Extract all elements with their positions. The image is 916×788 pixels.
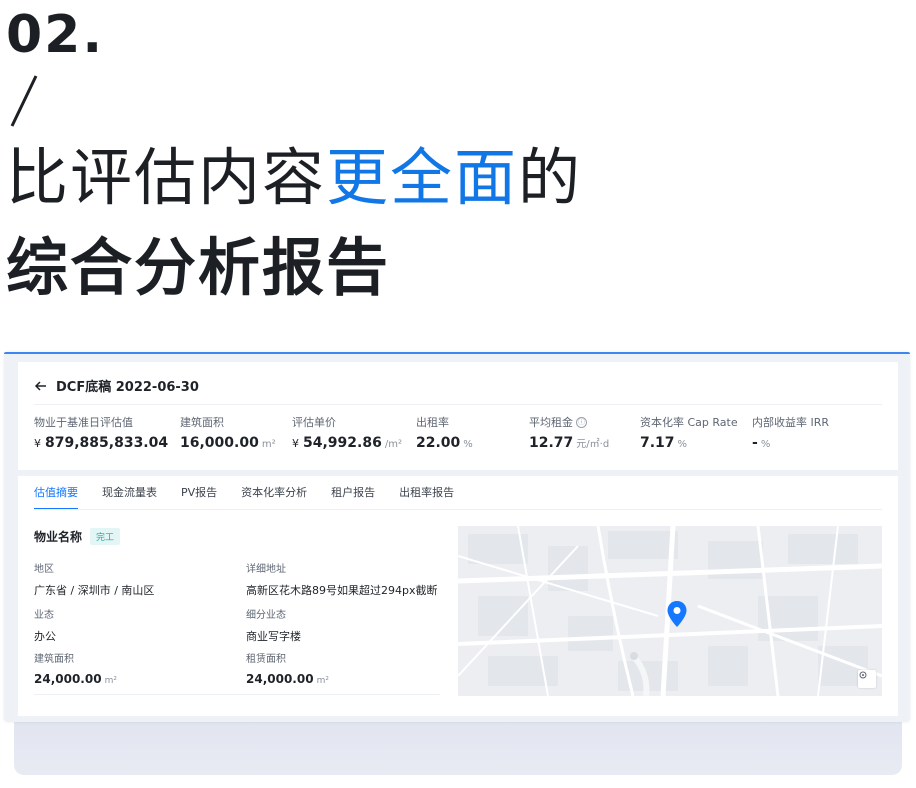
page-header: DCF底稿 2022-06-30 bbox=[34, 376, 199, 395]
status-badge: 完工 bbox=[90, 528, 121, 545]
divider bbox=[34, 404, 882, 405]
metric-label: 出租率 bbox=[416, 416, 449, 429]
metric-unit-price: 评估单价 ¥54,992.86/m² bbox=[292, 414, 402, 451]
field-label: 地区 bbox=[34, 564, 54, 575]
field-region: 地区 广东省 / 深圳市 / 南山区 bbox=[34, 560, 154, 598]
metric-label: 评估单价 bbox=[292, 416, 336, 429]
detail-card: 估值摘要 现金流量表 PV报告 资本化率分析 租户报告 出租率报告 物业名称 完… bbox=[18, 476, 898, 716]
metric-label: 资本化率 Cap Rate bbox=[640, 416, 738, 429]
locate-icon bbox=[859, 671, 867, 679]
metric-unit: 元/㎡·d bbox=[576, 439, 610, 450]
report-tabs: 估值摘要 现金流量表 PV报告 资本化率分析 租户报告 出租率报告 bbox=[34, 484, 478, 510]
currency-symbol: ¥ bbox=[34, 437, 41, 450]
field-label: 细分业态 bbox=[246, 610, 286, 621]
field-address: 详细地址 高新区花木路89号如果超过294px截断 bbox=[246, 560, 437, 598]
metric-unit: % bbox=[463, 439, 473, 450]
metric-unit: m² bbox=[261, 439, 276, 450]
metric-occupancy: 出租率 22.00% bbox=[416, 414, 473, 451]
metric-value: 879,885,833.04 bbox=[45, 435, 169, 451]
map-pin-icon[interactable] bbox=[666, 600, 688, 630]
metric-value: - bbox=[752, 435, 758, 451]
metric-unit: % bbox=[677, 439, 688, 450]
metric-unit: /m² bbox=[384, 439, 402, 450]
metric-value: 12.77 bbox=[529, 435, 574, 451]
arrow-left-icon[interactable] bbox=[34, 379, 48, 393]
property-header: 物业名称 完工 bbox=[34, 528, 121, 545]
field-label: 详细地址 bbox=[246, 564, 286, 575]
metric-value: 54,992.86 bbox=[303, 435, 382, 451]
tab-tenant-report[interactable]: 租户报告 bbox=[331, 484, 375, 510]
metric-label: 建筑面积 bbox=[180, 416, 224, 429]
field-gfa: 建筑面积 24,000.00 m² bbox=[34, 650, 117, 686]
info-icon[interactable]: ⓘ bbox=[576, 416, 587, 428]
metric-value: 22.00 bbox=[416, 435, 461, 451]
tabs-divider bbox=[34, 509, 882, 510]
field-property-type: 业态 办公 bbox=[34, 606, 56, 644]
metric-value: 16,000.00 bbox=[180, 435, 259, 451]
field-value: 商业写字楼 bbox=[246, 630, 301, 643]
field-value: 办公 bbox=[34, 630, 56, 643]
metric-label: 物业于基准日评估值 bbox=[34, 416, 133, 429]
metric-value: 7.17 bbox=[640, 435, 675, 451]
metric-avg-rent: 平均租金 ⓘ 12.77 元/㎡·d bbox=[529, 414, 609, 451]
location-map[interactable] bbox=[458, 526, 882, 696]
headline-prefix: 比评估内容 bbox=[6, 141, 327, 214]
field-value: 24,000.00 bbox=[34, 672, 102, 686]
property-title: 物业名称 bbox=[34, 530, 83, 544]
metric-label: 平均租金 bbox=[529, 416, 573, 429]
hero-headline: 比评估内容更全面的 bbox=[6, 140, 582, 216]
field-label: 业态 bbox=[34, 610, 54, 621]
field-property-subtype: 细分业态 商业写字楼 bbox=[246, 606, 301, 644]
tab-pv-report[interactable]: PV报告 bbox=[181, 484, 217, 510]
slash-divider-icon bbox=[10, 75, 38, 127]
field-lease-area: 租赁面积 24,000.00 m² bbox=[246, 650, 329, 686]
headline-suffix: 的 bbox=[518, 141, 583, 214]
tab-valuation-summary[interactable]: 估值摘要 bbox=[34, 484, 78, 510]
summary-card: DCF底稿 2022-06-30 物业于基准日评估值 ¥879,885,833.… bbox=[18, 362, 898, 470]
divider bbox=[34, 694, 440, 695]
field-value: 24,000.00 bbox=[246, 672, 314, 686]
currency-symbol: ¥ bbox=[292, 437, 299, 450]
metric-cap-rate: 资本化率 Cap Rate 7.17% bbox=[640, 414, 738, 451]
page-title: DCF底稿 2022-06-30 bbox=[56, 380, 199, 395]
tab-cap-rate-analysis[interactable]: 资本化率分析 bbox=[241, 484, 307, 510]
field-label: 建筑面积 bbox=[34, 654, 74, 665]
app-frame: DCF底稿 2022-06-30 物业于基准日评估值 ¥879,885,833.… bbox=[4, 352, 910, 722]
tab-occupancy-report[interactable]: 出租率报告 bbox=[399, 484, 454, 510]
frame-accent bbox=[4, 352, 910, 354]
tab-cash-flow[interactable]: 现金流量表 bbox=[102, 484, 157, 510]
metric-valuation: 物业于基准日评估值 ¥879,885,833.04 bbox=[34, 414, 168, 451]
locate-button[interactable] bbox=[858, 670, 876, 688]
metric-irr: 内部收益率 IRR -% bbox=[752, 414, 829, 451]
field-value: 广东省 / 深圳市 / 南山区 bbox=[34, 584, 155, 597]
field-unit: m² bbox=[104, 676, 117, 686]
field-value: 高新区花木路89号如果超过294px截断 bbox=[246, 584, 438, 597]
headline-highlight: 更全面 bbox=[326, 141, 519, 214]
hero-subheadline: 综合分析报告 bbox=[6, 231, 391, 304]
section-number: 02. bbox=[6, 5, 105, 65]
field-label: 租赁面积 bbox=[246, 654, 286, 665]
metric-unit: % bbox=[760, 439, 771, 450]
field-unit: m² bbox=[316, 676, 329, 686]
metric-gfa: 建筑面积 16,000.00 m² bbox=[180, 414, 276, 451]
metric-label: 内部收益率 IRR bbox=[752, 416, 830, 429]
